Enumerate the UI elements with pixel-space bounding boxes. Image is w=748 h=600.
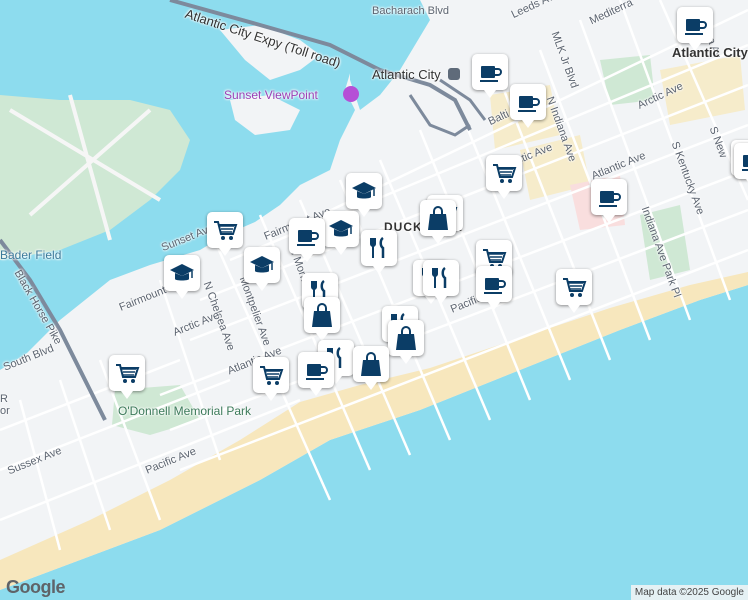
coffee-pin[interactable]: [476, 266, 512, 310]
map-canvas[interactable]: [0, 0, 748, 600]
coffee-pin[interactable]: [298, 352, 334, 396]
coffee-icon: [297, 230, 319, 246]
school-pin[interactable]: [323, 211, 359, 255]
map-attribution[interactable]: Map data ©2025 Google: [630, 585, 748, 600]
google-logo: Google: [6, 577, 66, 597]
shopping-pin[interactable]: [420, 200, 456, 244]
label-atlantic-city-top: Atlantic City: [672, 45, 748, 60]
grocery-pin[interactable]: [253, 357, 289, 401]
coffee-icon: [480, 66, 502, 82]
shopping-pin[interactable]: [304, 297, 340, 341]
restaurant-pin[interactable]: [361, 230, 397, 274]
coffee-icon: [742, 155, 748, 171]
train-station-icon[interactable]: [448, 68, 460, 80]
shopping-pin[interactable]: [353, 346, 389, 390]
coffee-pin[interactable]: [591, 179, 627, 223]
coffee-pin[interactable]: [510, 84, 546, 128]
coffee-icon: [518, 96, 540, 112]
grocery-pin[interactable]: [486, 155, 522, 199]
label-r: R: [0, 393, 8, 405]
shopping-pin[interactable]: [388, 320, 424, 364]
label-bacharach: Bacharach Blvd: [372, 5, 450, 17]
school-icon: [329, 220, 353, 237]
label-sunset-viewpoint: Sunset ViewPoint: [224, 88, 318, 102]
shopping-icon: [312, 303, 332, 327]
grocery-pin[interactable]: [109, 355, 145, 399]
coffee-icon: [685, 19, 707, 35]
coffee-pin[interactable]: [677, 7, 713, 51]
camera-icon[interactable]: [343, 86, 359, 102]
coffee-pin[interactable]: [289, 218, 325, 262]
grocery-pin[interactable]: [556, 269, 592, 313]
shopping-icon: [361, 352, 381, 376]
grocery-icon: [260, 366, 284, 385]
shopping-icon: [396, 326, 416, 350]
coffee-pin[interactable]: [734, 143, 748, 187]
restaurant-icon: [432, 266, 447, 288]
school-icon: [352, 182, 376, 199]
label-bader-field: Bader Field: [0, 248, 62, 262]
label-odonnell: O'Donnell Memorial Park: [118, 404, 252, 418]
school-pin[interactable]: [346, 173, 382, 217]
coffee-icon: [306, 364, 328, 380]
coffee-pin[interactable]: [472, 54, 508, 98]
restaurant-icon: [370, 236, 385, 258]
grocery-icon: [563, 278, 587, 297]
grocery-pin[interactable]: [207, 212, 243, 256]
shopping-icon: [428, 206, 448, 230]
coffee-icon: [484, 278, 506, 294]
restaurant-pin[interactable]: [423, 260, 459, 304]
school-icon: [250, 256, 274, 273]
grocery-icon: [214, 221, 238, 240]
grocery-icon: [116, 364, 140, 383]
label-atlantic-city-station: Atlantic City: [372, 67, 441, 82]
school-icon: [170, 264, 194, 281]
label-cor: or: [0, 405, 10, 417]
school-pin[interactable]: [244, 247, 280, 291]
grocery-icon: [493, 164, 517, 183]
coffee-icon: [599, 191, 621, 207]
school-pin[interactable]: [164, 255, 200, 299]
